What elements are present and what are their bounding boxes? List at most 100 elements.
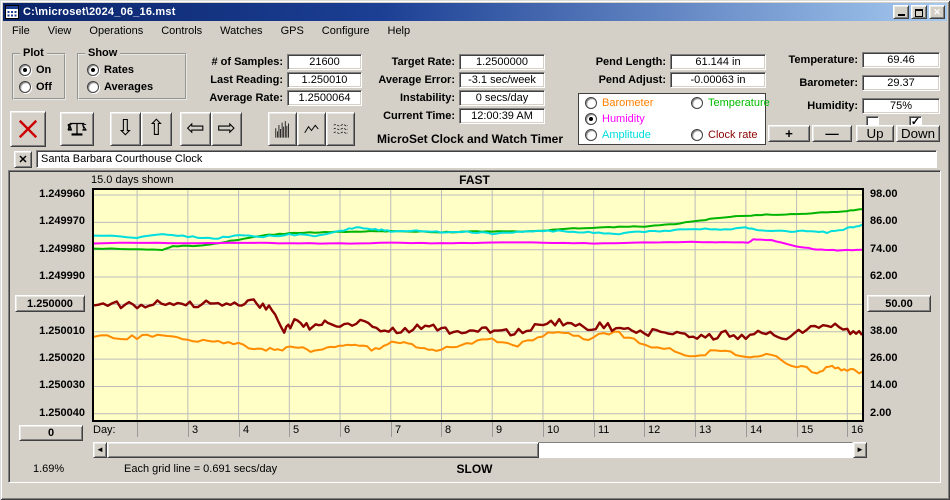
shift-left-button[interactable]: ⇦ (180, 112, 211, 146)
radio-plot-on[interactable]: On (19, 64, 51, 76)
left-axis-tick-label: 1.249970 (39, 215, 85, 227)
average-error-value: -3.1 sec/week (459, 72, 545, 88)
plot-svg (94, 190, 862, 420)
minus-button[interactable]: — (812, 125, 852, 142)
right-axis-tick-label: 26.00 (870, 352, 898, 364)
day-tick-mark (340, 422, 341, 437)
radio-series-temperature[interactable]: Temperature (691, 97, 770, 109)
app-icon (5, 5, 19, 19)
radio-label: Clock rate (708, 129, 758, 141)
scroll-left-button[interactable]: ◄ (93, 442, 107, 458)
radio-label: Amplitude (602, 129, 651, 141)
minimize-icon (897, 14, 905, 16)
radio-show-averages[interactable]: Averages (87, 81, 153, 93)
humidity-label: Humidity: (807, 100, 858, 112)
show-group-title: Show (85, 47, 121, 59)
scrollbar-thumb[interactable] (107, 442, 539, 458)
menu-item-operations[interactable]: Operations (80, 23, 152, 39)
shift-up-button[interactable]: ⇧ (141, 112, 172, 146)
balance-button[interactable] (60, 112, 94, 146)
minimize-button[interactable] (893, 5, 909, 19)
humidity-value: 75% (862, 98, 940, 114)
plot-area[interactable] (92, 188, 864, 422)
menu-item-help[interactable]: Help (379, 23, 420, 39)
instability-label: Instability: (399, 92, 455, 104)
down-button[interactable]: Down (896, 125, 940, 142)
plus-button[interactable]: + (768, 125, 810, 142)
day-tick-mark (391, 422, 392, 437)
samples-label: # of Samples: (211, 56, 283, 68)
window-title: C:\microset\2024_06_16.mst (23, 6, 176, 18)
shift-down-button[interactable]: ⇩ (110, 112, 141, 146)
clock-name-input[interactable] (36, 150, 937, 168)
target-rate-value: 1.2500000 (459, 54, 545, 70)
day-tick-label: 7 (395, 424, 402, 436)
barometer-label: Barometer: (799, 77, 858, 89)
day-tick-mark (746, 422, 747, 437)
left-axis-reference-button[interactable]: 1.250000 (15, 295, 85, 312)
right-axis-tick-label: 62.00 (870, 270, 898, 282)
menu-item-view[interactable]: View (39, 23, 81, 39)
radio-series-humidity[interactable]: Humidity (585, 113, 645, 125)
radio-series-amplitude[interactable]: Amplitude (585, 129, 651, 141)
hollow-down-arrow-icon: ⇩ (116, 116, 135, 141)
average-rate-label: Average Rate: (209, 92, 283, 104)
day-tick-mark (847, 422, 848, 437)
menu-item-configure[interactable]: Configure (313, 23, 379, 39)
app-window: C:\microset\2024_06_16.mst ✕ File View Ope… (0, 0, 950, 500)
maximize-button[interactable] (911, 5, 927, 19)
radio-label: On (36, 64, 52, 76)
balance-scale-icon (67, 122, 87, 136)
left-axis-tick-label: 1.249980 (39, 243, 85, 255)
titlebar: C:\microset\2024_06_16.mst ✕ (3, 3, 947, 21)
fast-label: FAST (459, 173, 490, 187)
horizontal-scrollbar[interactable]: ◄ ► (93, 442, 867, 458)
close-button[interactable]: ✕ (929, 5, 945, 19)
menu-item-watches[interactable]: Watches (211, 23, 271, 39)
multi-line-view-button[interactable] (326, 112, 355, 146)
instability-value: 0 secs/day (459, 90, 545, 106)
day-axis-label: Day: (93, 424, 116, 436)
line-view-button[interactable] (297, 112, 326, 146)
right-axis-tick-label: 2.00 (870, 407, 892, 419)
day-tick-label: 3 (192, 424, 199, 436)
pend-length-label: Pend Length: (595, 56, 666, 68)
left-axis-tick-label: 1.250010 (39, 325, 85, 337)
samples-value: 21600 (287, 54, 362, 70)
hollow-left-arrow-icon: ⇦ (186, 116, 205, 141)
radio-show-rates[interactable]: Rates (87, 64, 134, 76)
day-tick-label: 16 (851, 424, 864, 436)
day-tick-label: 11 (598, 424, 610, 436)
histogram-view-button[interactable] (268, 112, 297, 146)
radio-icon (19, 81, 31, 93)
radio-plot-off[interactable]: Off (19, 81, 52, 93)
plot-group-title: Plot (20, 47, 47, 59)
scroll-right-button[interactable]: ► (853, 442, 867, 458)
maximize-icon (915, 9, 923, 17)
radio-icon (87, 64, 99, 76)
day-tick-mark (289, 422, 290, 437)
menu-item-file[interactable]: File (3, 23, 39, 39)
menu-item-gps[interactable]: GPS (272, 23, 313, 39)
radio-series-clock-rate[interactable]: Clock rate (691, 129, 758, 141)
right-axis-reference-button[interactable]: 50.00 (867, 295, 931, 312)
up-button[interactable]: Up (856, 125, 894, 142)
zero-button[interactable]: 0 (19, 425, 83, 441)
wavy-lines-icon (333, 124, 348, 134)
left-axis-tick-label: 1.249990 (39, 270, 85, 282)
radio-icon (585, 129, 597, 141)
day-tick-label: 15 (801, 424, 814, 436)
day-tick-mark (239, 422, 240, 437)
menu-item-controls[interactable]: Controls (152, 23, 211, 39)
left-triangle-icon: ◄ (96, 445, 104, 454)
shift-right-button[interactable]: ⇨ (211, 112, 242, 146)
right-axis-tick-label: 86.00 (870, 215, 898, 227)
day-tick-label: 4 (243, 424, 250, 436)
radio-series-barometer[interactable]: Barometer (585, 97, 653, 109)
clear-name-button[interactable]: ✕ (14, 151, 32, 168)
right-axis-tick-label: 98.00 (870, 188, 898, 200)
day-tick-mark (188, 422, 189, 437)
show-groupbox: Show Rates Averages (77, 47, 187, 100)
delete-button[interactable] (10, 111, 46, 147)
day-tick-label: 13 (699, 424, 712, 436)
